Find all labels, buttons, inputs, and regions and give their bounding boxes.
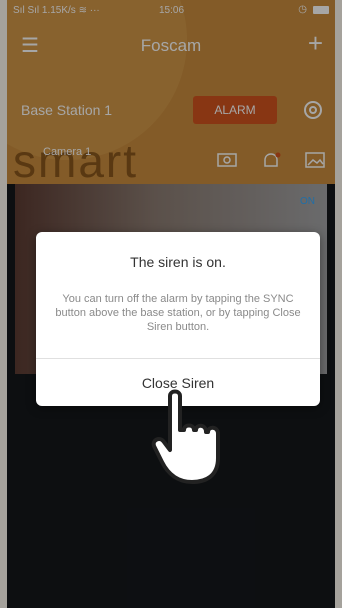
dialog-title: The siren is on. [130,254,226,270]
hand-pointer-icon [151,389,220,484]
siren-dialog: The siren is on. You can turn off the al… [36,232,320,406]
dialog-message: You can turn off the alarm by tapping th… [55,293,301,333]
